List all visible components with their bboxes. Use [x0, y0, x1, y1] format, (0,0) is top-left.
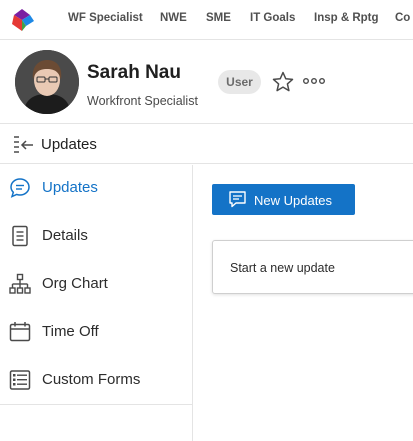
new-update-button-label: New Updates — [254, 193, 333, 208]
new-update-placeholder: Start a new update — [230, 261, 335, 275]
nav-item-sme[interactable]: SME — [206, 12, 231, 24]
form-icon — [9, 370, 31, 390]
sidebar-item-details[interactable]: Details — [0, 213, 192, 259]
workfront-logo-icon[interactable] — [10, 9, 34, 31]
nav-item-nwe[interactable]: NWE — [160, 12, 187, 24]
nav-item-wf-specialist[interactable]: WF Specialist — [68, 12, 143, 24]
sidebar-divider — [0, 404, 192, 405]
user-type-badge: User — [218, 70, 261, 94]
nav-item-it-goals[interactable]: IT Goals — [250, 12, 295, 24]
sidebar-item-time-off[interactable]: Time Off — [0, 309, 192, 355]
top-nav: WF Specialist NWE SME IT Goals Insp & Rp… — [0, 0, 413, 40]
nav-item-truncated[interactable]: Co — [395, 12, 410, 24]
section-title: Updates — [41, 136, 97, 153]
section-header: Updates — [0, 125, 413, 164]
sidebar-item-custom-forms[interactable]: Custom Forms — [0, 357, 192, 403]
more-options-icon[interactable] — [302, 74, 326, 88]
sidebar-item-updates[interactable]: Updates — [0, 165, 192, 211]
document-icon — [12, 225, 28, 247]
sidebar-item-label: Time Off — [42, 323, 99, 340]
sidebar-item-org-chart[interactable]: Org Chart — [0, 261, 192, 307]
chat-bubble-icon — [10, 178, 30, 198]
nav-item-insp-rptg[interactable]: Insp & Rptg — [314, 12, 379, 24]
sidebar-item-label: Custom Forms — [42, 371, 141, 388]
sidebar-item-label: Details — [42, 227, 88, 244]
new-update-input[interactable]: Start a new update — [212, 240, 413, 294]
profile-header: Sarah Nau Workfront Specialist User — [0, 41, 413, 124]
sidebar-item-label: Org Chart — [42, 275, 108, 292]
user-name: Sarah Nau — [87, 62, 181, 83]
star-icon[interactable] — [271, 70, 295, 94]
user-role: Workfront Specialist — [87, 94, 198, 108]
new-update-button[interactable]: New Updates — [212, 184, 355, 215]
collapse-panel-icon[interactable] — [12, 135, 34, 155]
calendar-icon — [9, 322, 31, 342]
sidebar-item-label: Updates — [42, 179, 98, 196]
sidebar: Updates Details Org Chart Time Off Custo… — [0, 165, 193, 441]
avatar[interactable] — [15, 50, 79, 114]
person-avatar-icon — [15, 50, 79, 114]
new-update-icon — [229, 191, 246, 208]
org-chart-icon — [9, 273, 31, 294]
